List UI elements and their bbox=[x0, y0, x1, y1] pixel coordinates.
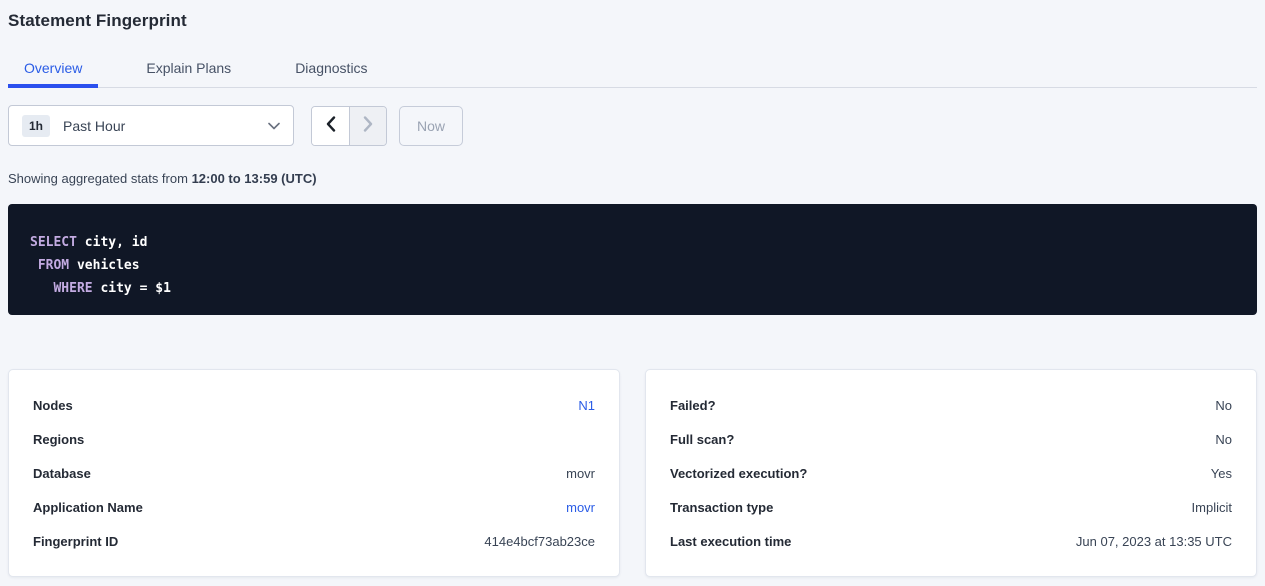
detail-row-nodes: Nodes N1 bbox=[33, 388, 595, 422]
now-button[interactable]: Now bbox=[399, 106, 463, 146]
statement-fingerprint-page: Statement Fingerprint Overview Explain Pl… bbox=[0, 0, 1265, 577]
detail-cards: NodesN1RegionsDatabasemovrApplication Na… bbox=[8, 369, 1257, 577]
chevron-left-icon bbox=[326, 116, 336, 135]
database-value: movr bbox=[566, 466, 595, 481]
detail-row-application-name: Application Name movr bbox=[33, 490, 595, 524]
next-interval-button[interactable] bbox=[349, 107, 386, 145]
fingerprint-id-label: Fingerprint ID bbox=[33, 534, 118, 549]
stats-range: 12:00 to 13:59 (UTC) bbox=[192, 171, 317, 186]
time-nav-group bbox=[311, 106, 387, 146]
application-name-value[interactable]: movr bbox=[566, 500, 595, 515]
detail-row-vectorized-execution: Vectorized execution? Yes bbox=[670, 456, 1232, 490]
time-range-dropdown[interactable]: 1h Past Hour bbox=[8, 105, 294, 146]
vectorized-execution-label: Vectorized execution? bbox=[670, 466, 807, 481]
prev-interval-button[interactable] bbox=[312, 107, 349, 145]
transaction-type-value: Implicit bbox=[1192, 500, 1232, 515]
nodes-label: Nodes bbox=[33, 398, 73, 413]
full-scan-value: No bbox=[1215, 432, 1232, 447]
failed-label: Failed? bbox=[670, 398, 716, 413]
detail-row-database: Database movr bbox=[33, 456, 595, 490]
vectorized-execution-value: Yes bbox=[1211, 466, 1232, 481]
tab-bar: Overview Explain Plans Diagnostics bbox=[8, 58, 1257, 88]
chevron-down-icon bbox=[268, 122, 280, 130]
chevron-right-icon bbox=[363, 116, 373, 135]
detail-row-full-scan: Full scan? No bbox=[670, 422, 1232, 456]
tab-diagnostics[interactable]: Diagnostics bbox=[279, 58, 383, 88]
time-range-label: Past Hour bbox=[63, 118, 268, 134]
detail-row-transaction-type: Transaction type Implicit bbox=[670, 490, 1232, 524]
failed-value: No bbox=[1215, 398, 1232, 413]
detail-row-fingerprint-id: Fingerprint ID 414e4bcf73ab23ce bbox=[33, 524, 595, 558]
regions-label: Regions bbox=[33, 432, 84, 447]
database-label: Database bbox=[33, 466, 91, 481]
stats-prefix: Showing aggregated stats from bbox=[8, 171, 192, 186]
tab-overview[interactable]: Overview bbox=[8, 58, 98, 88]
last-execution-time-value: Jun 07, 2023 at 13:35 UTC bbox=[1076, 534, 1232, 549]
fingerprint-id-value: 414e4bcf73ab23ce bbox=[484, 534, 595, 549]
nodes-value[interactable]: N1 bbox=[578, 398, 595, 413]
full-scan-label: Full scan? bbox=[670, 432, 734, 447]
tab-explain-plans[interactable]: Explain Plans bbox=[130, 58, 247, 88]
aggregated-stats-line: Showing aggregated stats from 12:00 to 1… bbox=[8, 171, 1257, 186]
application-name-label: Application Name bbox=[33, 500, 143, 515]
execution-details-card: Failed? No Full scan? No Vectorized executio… bbox=[645, 369, 1257, 577]
last-execution-time-label: Last execution time bbox=[670, 534, 791, 549]
page-title: Statement Fingerprint bbox=[8, 0, 1257, 30]
transaction-type-label: Transaction type bbox=[670, 500, 773, 515]
sql-statement-box: SELECT city, id FROM vehicles WHERE city… bbox=[8, 204, 1257, 315]
time-controls: 1h Past Hour Now bbox=[8, 105, 1257, 146]
detail-row-regions: Regions bbox=[33, 422, 595, 456]
time-range-badge: 1h bbox=[22, 115, 50, 137]
detail-row-failed: Failed? No bbox=[670, 388, 1232, 422]
statement-details-card: NodesN1RegionsDatabasemovrApplication Na… bbox=[8, 369, 620, 577]
detail-row-last-execution-time: Last execution time Jun 07, 2023 at 13:35… bbox=[670, 524, 1232, 558]
